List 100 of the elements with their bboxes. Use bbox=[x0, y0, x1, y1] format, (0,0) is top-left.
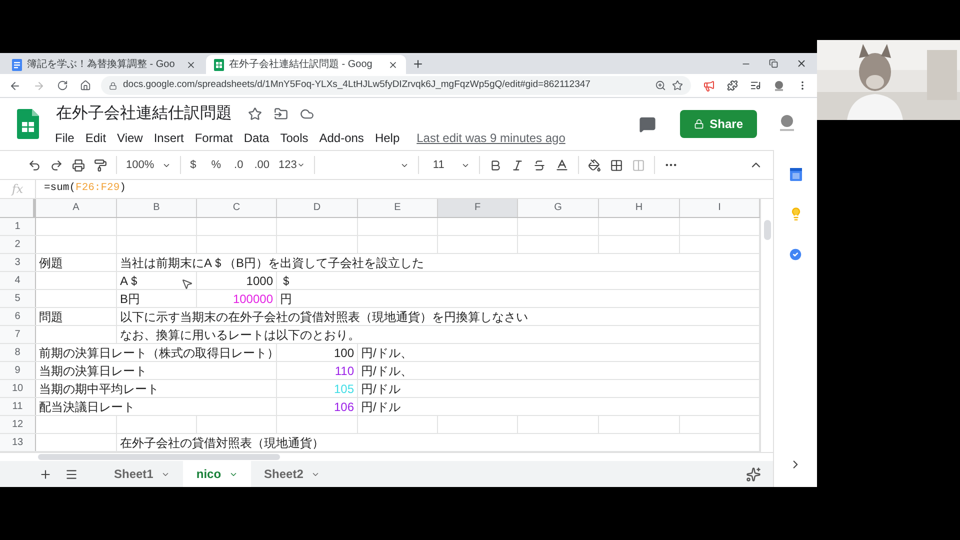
column-header[interactable]: F bbox=[438, 199, 518, 217]
strikethrough-icon[interactable] bbox=[532, 158, 546, 172]
table-cell: 前期の決算日レート（株式の取得日レート） bbox=[36, 344, 277, 361]
close-icon[interactable] bbox=[388, 60, 398, 70]
share-button[interactable]: Share bbox=[680, 110, 757, 138]
row-number[interactable]: 7 bbox=[0, 326, 36, 343]
table-cell: 配当決議日レート bbox=[36, 398, 277, 415]
sheet-tab[interactable]: Sheet1 bbox=[101, 461, 184, 487]
sheets-logo-icon bbox=[17, 109, 39, 139]
star-icon[interactable] bbox=[248, 106, 262, 120]
explore-icon[interactable] bbox=[746, 466, 761, 482]
menu-item[interactable]: Help bbox=[374, 128, 400, 146]
font-size-dropdown[interactable]: 11 bbox=[428, 156, 470, 174]
bold-icon[interactable] bbox=[488, 158, 502, 172]
column-header[interactable]: B bbox=[117, 199, 197, 217]
row-number[interactable]: 6 bbox=[0, 308, 36, 325]
tab-title: 在外子会社連結仕訳問題 - Goog bbox=[229, 58, 374, 72]
column-header[interactable]: C bbox=[197, 199, 277, 217]
caret-icon bbox=[296, 161, 305, 169]
megaphone-icon[interactable] bbox=[703, 80, 715, 92]
print-icon[interactable] bbox=[72, 158, 85, 172]
table-cell: 当期の期中平均レート bbox=[36, 380, 277, 397]
undo-icon[interactable] bbox=[28, 158, 41, 172]
sheet-list-icon[interactable] bbox=[65, 468, 78, 480]
table-cell: 当期の決算日レート bbox=[36, 362, 277, 379]
row-number[interactable]: 12 bbox=[0, 416, 36, 433]
sheet-tab[interactable]: Sheet2 bbox=[251, 461, 334, 487]
currency-format-button[interactable]: $ bbox=[190, 156, 196, 174]
menu-item[interactable]: Add-ons bbox=[319, 128, 364, 146]
merge-cells-icon[interactable] bbox=[632, 158, 645, 172]
horizontal-scrollbar[interactable] bbox=[38, 454, 280, 460]
zoom-icon[interactable] bbox=[655, 80, 666, 91]
comment-icon[interactable] bbox=[638, 116, 656, 132]
new-tab-icon[interactable] bbox=[412, 58, 424, 70]
browser-tab[interactable]: 在外子会社連結仕訳問題 - Goog bbox=[206, 55, 406, 74]
italic-icon[interactable] bbox=[510, 158, 524, 172]
row-number[interactable]: 8 bbox=[0, 344, 36, 361]
restore-icon[interactable] bbox=[769, 59, 778, 68]
add-sheet-icon[interactable] bbox=[39, 468, 52, 480]
cloud-icon[interactable] bbox=[300, 106, 314, 120]
table-cell: 1000 bbox=[197, 272, 277, 289]
row-number[interactable]: 1 bbox=[0, 218, 36, 235]
increase-decimals-button[interactable]: .00 bbox=[254, 156, 270, 174]
menu-item[interactable]: Edit bbox=[85, 128, 106, 146]
close-icon[interactable] bbox=[186, 60, 196, 70]
menu-item[interactable]: File bbox=[55, 128, 74, 146]
lock-icon bbox=[109, 82, 117, 90]
star-icon[interactable] bbox=[672, 80, 683, 91]
fill-color-icon[interactable] bbox=[588, 158, 601, 172]
tab-title: 簿記を学ぶ！為替換算調整 - Goo bbox=[27, 58, 176, 72]
table-cell: 105 bbox=[277, 380, 358, 397]
document-title[interactable]: 在外子会社連結仕訳問題 bbox=[56, 102, 232, 126]
column-header[interactable]: D bbox=[277, 199, 358, 217]
row-number[interactable]: 11 bbox=[0, 398, 36, 415]
table-cell: B円 bbox=[117, 290, 197, 307]
avatar-icon[interactable] bbox=[773, 80, 785, 92]
table-cell: 110 bbox=[277, 362, 358, 379]
row-number[interactable]: 9 bbox=[0, 362, 36, 379]
row-number[interactable]: 2 bbox=[0, 236, 36, 253]
row-number[interactable]: 4 bbox=[0, 272, 36, 289]
table-cell: 106 bbox=[277, 398, 358, 415]
home-icon[interactable] bbox=[80, 80, 91, 91]
percent-format-button[interactable]: % bbox=[211, 156, 222, 174]
row-number[interactable]: 13 bbox=[0, 434, 36, 451]
menu-item[interactable]: View bbox=[117, 128, 143, 146]
borders-icon[interactable] bbox=[610, 158, 623, 172]
last-edit-link[interactable]: Last edit was 9 minutes ago bbox=[416, 128, 566, 146]
column-header[interactable]: G bbox=[518, 199, 599, 217]
back-icon[interactable] bbox=[9, 80, 21, 92]
reload-icon[interactable] bbox=[57, 80, 68, 91]
document-icon bbox=[12, 58, 22, 70]
lock-icon bbox=[694, 119, 704, 129]
redo-icon[interactable] bbox=[50, 158, 63, 172]
calendar-icon[interactable] bbox=[790, 168, 802, 181]
scrollbar-thumb[interactable] bbox=[764, 220, 771, 240]
table-cell: 100 bbox=[277, 344, 358, 361]
sheet-tab[interactable]: nico bbox=[183, 461, 252, 487]
menu-item[interactable]: Insert bbox=[154, 128, 184, 146]
menu-item[interactable]: Data bbox=[244, 128, 270, 146]
decrease-decimals-button[interactable]: .0 bbox=[234, 156, 244, 174]
column-header[interactable]: A bbox=[36, 199, 117, 217]
number-format-dropdown[interactable]: 123 bbox=[278, 156, 305, 174]
zoom-dropdown[interactable]: 100% bbox=[126, 156, 172, 174]
menu-item[interactable]: Format bbox=[194, 128, 233, 146]
row-number[interactable]: 3 bbox=[0, 254, 36, 271]
puzzle-icon[interactable] bbox=[727, 80, 738, 91]
menu-item[interactable]: Tools bbox=[280, 128, 308, 146]
column-header[interactable]: H bbox=[599, 199, 680, 217]
table-cell: 問題 bbox=[36, 308, 117, 325]
folder-icon[interactable] bbox=[274, 106, 288, 120]
address-bar[interactable]: docs.google.com/spreadsheets/d/1MnY5Foq-YLXs_4LtHJLw5fyDIZrvqk6J_mgFqzWp5gQ/edit#gid=862112347 bbox=[101, 76, 691, 95]
close-icon[interactable] bbox=[796, 58, 807, 69]
formula-field[interactable]: =sum(F26:F29) bbox=[36, 181, 773, 197]
row-number[interactable]: 10 bbox=[0, 380, 36, 397]
paint-format-icon[interactable] bbox=[94, 158, 107, 172]
row-number[interactable]: 5 bbox=[0, 290, 36, 307]
text-color-icon[interactable] bbox=[554, 158, 569, 172]
function-label: fx bbox=[0, 180, 36, 198]
playlist-icon[interactable] bbox=[750, 80, 761, 91]
check-icon[interactable] bbox=[788, 247, 803, 262]
